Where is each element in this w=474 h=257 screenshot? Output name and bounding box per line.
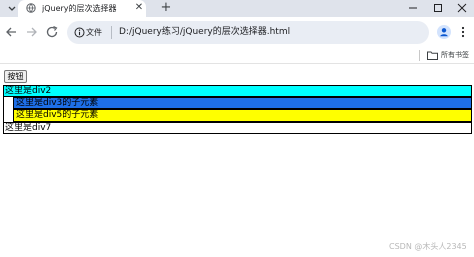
page-content: 按钮 这里是div2 这里是div3的子元素 这里是div5的子元素 这里是di… xyxy=(0,64,474,257)
tab-search-icon[interactable] xyxy=(7,3,17,13)
minimize-icon[interactable] xyxy=(405,1,421,15)
close-tab-icon[interactable]: ✕ xyxy=(133,2,145,14)
site-info-icon[interactable] xyxy=(74,27,85,38)
tab-title: jQuery的层次选择器 xyxy=(42,4,117,13)
div7: 这里是div7 xyxy=(3,122,472,134)
new-tab-button[interactable]: + xyxy=(159,1,173,15)
browser-toolbar: 文件 D:/jQuery练习/jQuery的层次选择器.html xyxy=(0,17,474,48)
address-bar[interactable]: 文件 D:/jQuery练习/jQuery的层次选择器.html xyxy=(67,21,429,44)
folder-icon[interactable] xyxy=(427,51,438,60)
globe-icon xyxy=(26,3,36,13)
file-chip-label: 文件 xyxy=(86,28,102,37)
watermark: CSDN @木头人2345 xyxy=(389,242,467,251)
window-close-icon[interactable] xyxy=(454,1,470,15)
reload-icon[interactable] xyxy=(45,25,59,39)
forward-icon[interactable] xyxy=(25,25,39,39)
chip-divider xyxy=(111,26,112,39)
action-button[interactable]: 按钮 xyxy=(4,70,27,83)
back-icon[interactable] xyxy=(4,25,18,39)
div3-child: 这里是div3的子元素 xyxy=(13,97,472,109)
more-menu-icon[interactable] xyxy=(460,25,466,39)
url-text[interactable]: D:/jQuery练习/jQuery的层次选择器.html xyxy=(119,26,290,39)
div2: 这里是div2 xyxy=(3,85,472,97)
div5-child: 这里是div5的子元素 xyxy=(13,109,472,122)
tab-strip: jQuery的层次选择器 ✕ + xyxy=(0,0,474,17)
active-tab[interactable]: jQuery的层次选择器 ✕ xyxy=(18,0,146,17)
profile-avatar-icon[interactable] xyxy=(437,25,451,39)
all-bookmarks-label[interactable]: 所有书签 xyxy=(441,50,469,61)
bookmarks-bar: 所有书签 xyxy=(0,48,474,64)
bookmarks-divider xyxy=(419,50,420,61)
maximize-icon[interactable] xyxy=(430,1,446,15)
